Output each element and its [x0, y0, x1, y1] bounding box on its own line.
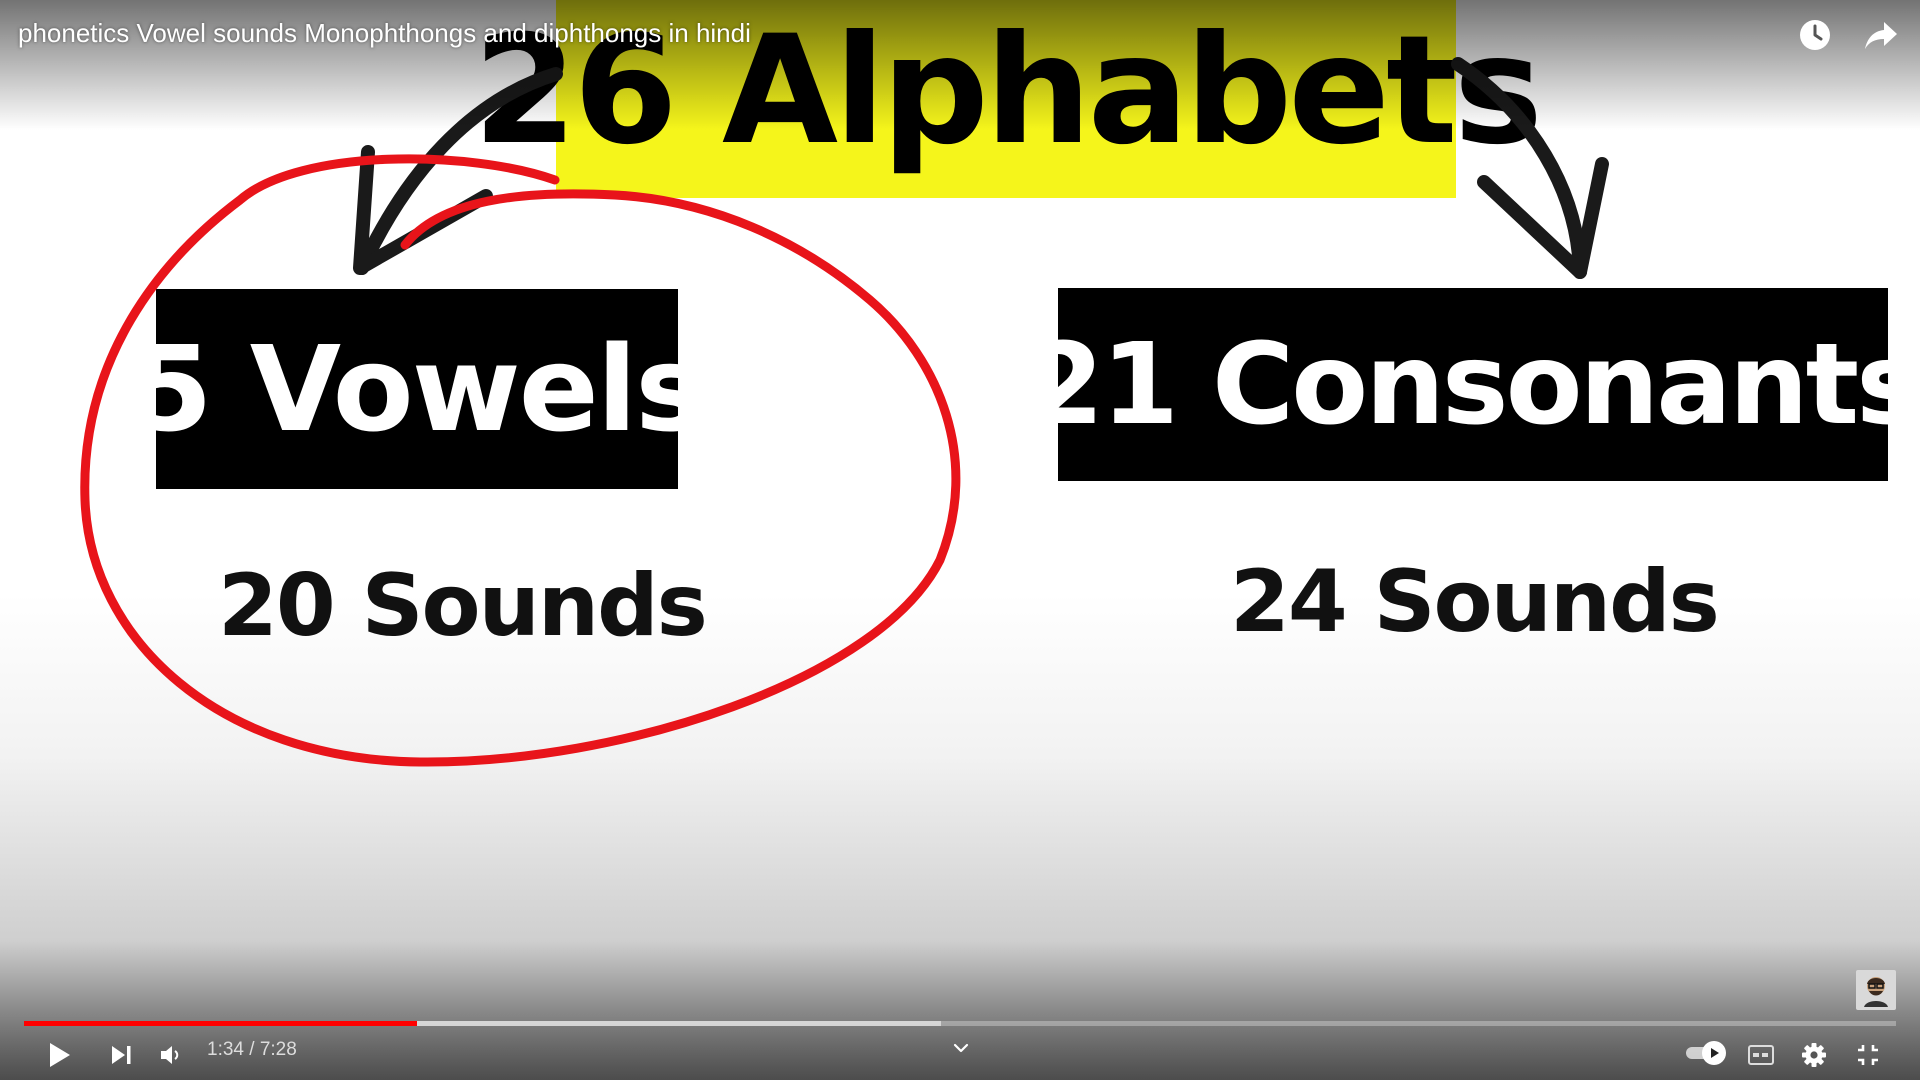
volume-button[interactable]	[156, 1040, 186, 1070]
gear-icon	[1802, 1043, 1826, 1067]
progress-bar[interactable]	[24, 1016, 1896, 1028]
avatar-icon	[1864, 977, 1888, 1007]
left-arrowhead	[353, 145, 493, 275]
consonants-label: 21 Consonants	[1026, 319, 1920, 450]
volume-icon	[161, 1046, 179, 1064]
clock-icon	[1800, 20, 1830, 50]
progress-played	[24, 1021, 418, 1026]
top-actions	[1794, 14, 1902, 56]
settings-button[interactable]	[1798, 1039, 1830, 1071]
progress-track	[24, 1021, 1896, 1026]
skip-next-icon	[112, 1046, 131, 1064]
share-arrow-icon	[1865, 22, 1897, 49]
channel-watermark-avatar[interactable]	[1856, 970, 1896, 1010]
consonant-sounds-count: 24 Sounds	[1230, 552, 1720, 652]
right-arrowhead	[1477, 157, 1609, 279]
autoplay-play-icon	[1711, 1048, 1719, 1058]
play-button[interactable]	[42, 1038, 76, 1072]
exit-fullscreen-button[interactable]	[1852, 1039, 1884, 1071]
subtitles-button[interactable]	[1746, 1040, 1776, 1070]
video-frame[interactable]: 26 Alphabets 5 Vowels 21 Consonants 20 S…	[0, 0, 1920, 1080]
video-title[interactable]: phonetics Vowel sounds Monophthongs and …	[18, 18, 751, 49]
autoplay-knob	[1702, 1041, 1726, 1065]
play-icon	[50, 1043, 70, 1067]
exit-fullscreen-icon	[1858, 1045, 1878, 1065]
vowel-sounds-count: 20 Sounds	[218, 556, 708, 656]
consonants-box: 21 Consonants	[1026, 288, 1920, 481]
watch-later-button[interactable]	[1794, 14, 1836, 56]
next-button[interactable]	[104, 1038, 138, 1072]
time-display: 1:34 / 7:28	[207, 1039, 297, 1060]
chevron-down-icon	[953, 1043, 969, 1053]
vowels-label: 5 Vowels	[130, 320, 706, 458]
cc-icon	[1748, 1045, 1774, 1065]
share-button[interactable]	[1860, 14, 1902, 56]
autoplay-toggle[interactable]	[1684, 1041, 1728, 1065]
vowels-box: 5 Vowels	[131, 289, 705, 489]
chapters-toggle[interactable]	[950, 1040, 972, 1056]
video-player[interactable]: 26 Alphabets 5 Vowels 21 Consonants 20 S…	[0, 0, 1920, 1080]
